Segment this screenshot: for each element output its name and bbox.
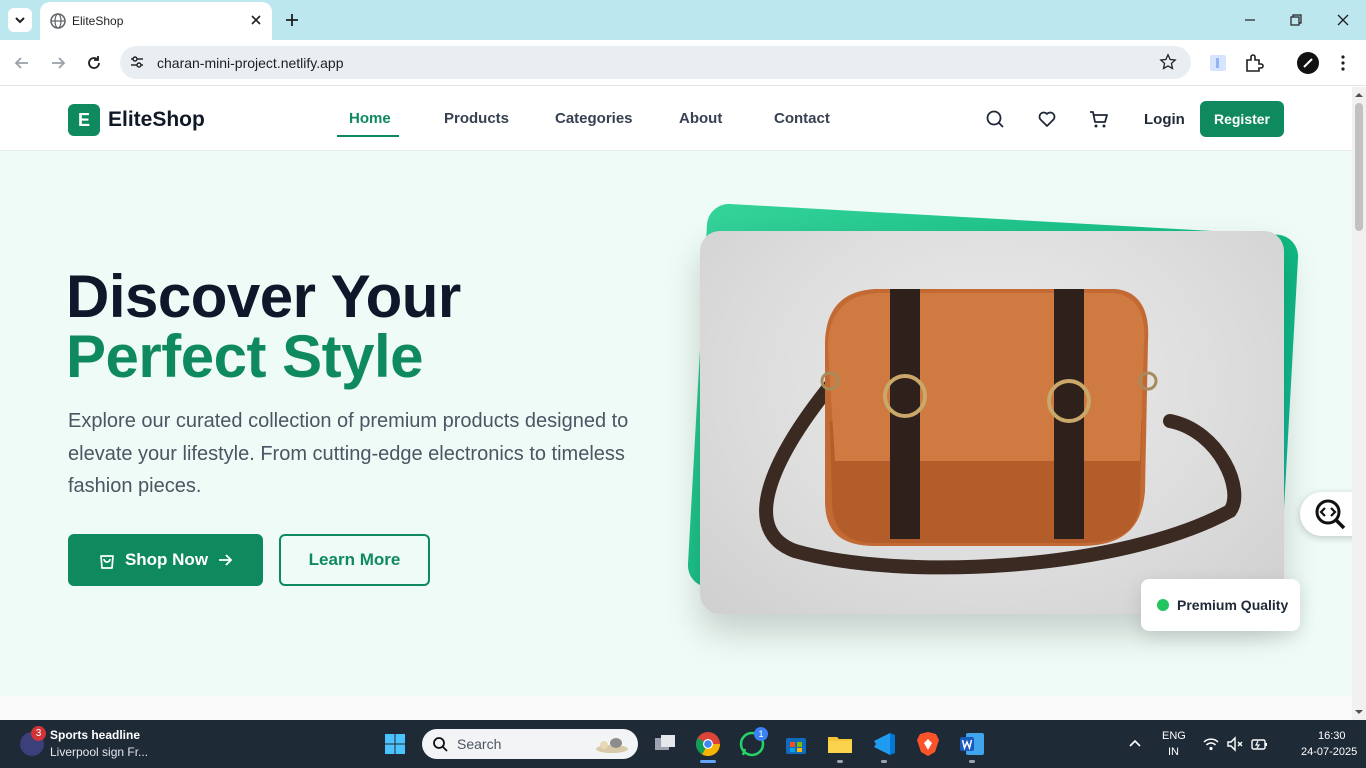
restore-icon[interactable] (1286, 10, 1306, 30)
search-icon[interactable] (984, 108, 1006, 130)
cart-icon[interactable] (1088, 108, 1110, 130)
tab-search-dropdown-button[interactable] (8, 8, 32, 32)
new-tab-icon[interactable] (282, 10, 302, 30)
shop-now-label: Shop Now (124, 550, 209, 569)
close-window-icon[interactable] (1333, 10, 1353, 30)
language-indicator-line2[interactable]: IN (1168, 746, 1179, 758)
code-inspector-fab[interactable] (1300, 492, 1352, 536)
taskbar-search-placeholder: Search (457, 736, 502, 752)
url-text: charan-mini-project.netlify.app (157, 55, 344, 71)
microsoft-store-icon[interactable] (782, 730, 810, 758)
scrollbar-thumb[interactable] (1355, 103, 1363, 231)
extensions-puzzle-icon[interactable] (1243, 52, 1265, 74)
chevron-up-icon[interactable] (1128, 737, 1142, 751)
chrome-icon[interactable] (694, 730, 722, 758)
nav-contact[interactable]: Contact (774, 110, 830, 127)
word-icon[interactable] (958, 730, 986, 758)
chevron-down-icon (15, 17, 25, 24)
heart-icon[interactable] (1036, 108, 1058, 130)
login-link[interactable]: Login (1144, 111, 1185, 128)
search-highlight-icon (596, 738, 628, 753)
badge-label: Premium Quality (1177, 597, 1289, 613)
premium-quality-badge: Premium Quality (1141, 579, 1300, 631)
nav-products[interactable]: Products (444, 110, 509, 127)
address-bar[interactable]: charan-mini-project.netlify.app (120, 46, 1191, 79)
site-header: E EliteShop Home Products Categories Abo… (0, 87, 1352, 151)
language-indicator-line1[interactable]: ENG (1162, 730, 1186, 742)
hero-product-image (700, 231, 1284, 614)
browser-tab-strip: EliteShop (0, 0, 1366, 40)
site-info-icon[interactable] (129, 54, 145, 70)
nav-categories[interactable]: Categories (555, 110, 633, 127)
next-section (0, 696, 1352, 720)
tab-title: EliteShop (72, 14, 124, 28)
vscode-running-indicator (881, 760, 887, 763)
brave-icon[interactable] (914, 730, 942, 758)
hero-title-line-2: Perfect Style (66, 323, 424, 390)
arrow-right-icon (219, 554, 233, 566)
windows-start-icon[interactable] (384, 733, 406, 755)
hero-title-line-1: Discover Your (66, 263, 461, 330)
news-subtitle[interactable]: Liverpool sign Fr... (50, 745, 148, 759)
forward-arrow-icon[interactable] (48, 53, 68, 73)
scroll-up-icon[interactable] (1355, 91, 1363, 99)
windows-taskbar: 3 Sports headline Liverpool sign Fr... S… (0, 720, 1366, 768)
word-running-indicator (969, 760, 975, 763)
globe-icon (50, 13, 66, 29)
status-dot-icon (1157, 599, 1169, 611)
more-menu-icon[interactable] (1332, 52, 1354, 74)
news-headline[interactable]: Sports headline (50, 728, 140, 742)
nav-about[interactable]: About (679, 110, 722, 127)
reload-icon[interactable] (84, 53, 104, 73)
volume-muted-icon[interactable] (1226, 735, 1244, 753)
nav-home[interactable]: Home (349, 110, 391, 127)
back-arrow-icon[interactable] (12, 53, 32, 73)
explorer-running-indicator (837, 760, 843, 763)
news-badge: 3 (31, 726, 46, 741)
file-explorer-icon[interactable] (826, 730, 854, 758)
page-viewport: E EliteShop Home Products Categories Abo… (0, 87, 1352, 720)
bookmark-star-icon[interactable] (1159, 53, 1177, 71)
shopping-bag-icon (100, 555, 114, 569)
page-scrollbar[interactable] (1352, 87, 1366, 720)
profile-avatar[interactable] (1297, 52, 1319, 74)
browser-toolbar: charan-mini-project.netlify.app (0, 40, 1366, 86)
learn-more-button[interactable]: Learn More (279, 534, 430, 586)
extension-icon[interactable] (1207, 52, 1229, 74)
search-icon (433, 737, 448, 752)
hero-description: Explore our curated collection of premiu… (68, 410, 629, 497)
vscode-icon[interactable] (870, 730, 898, 758)
close-tab-icon[interactable] (248, 12, 264, 28)
profile-pen-icon (1303, 58, 1313, 68)
logo-mark[interactable]: E (68, 104, 100, 136)
leather-bag-illustration (759, 289, 1242, 575)
task-view-icon[interactable] (651, 730, 679, 758)
battery-icon[interactable] (1250, 735, 1268, 753)
browser-tab-active[interactable]: EliteShop (40, 2, 272, 40)
logo-text[interactable]: EliteShop (108, 108, 205, 132)
whatsapp-badge: 1 (754, 727, 768, 741)
taskbar-search[interactable]: Search (422, 729, 638, 759)
shop-now-button[interactable]: Shop Now (68, 534, 263, 586)
magnifier-code-icon (1315, 499, 1346, 530)
clock-date[interactable]: 24-07-2025 (1301, 746, 1357, 758)
minimize-icon[interactable] (1240, 10, 1260, 30)
nav-active-indicator (337, 135, 399, 137)
clock-time[interactable]: 16:30 (1318, 730, 1346, 742)
register-button[interactable]: Register (1200, 101, 1284, 137)
scroll-down-icon[interactable] (1355, 708, 1363, 716)
chrome-running-indicator (700, 760, 716, 763)
wifi-icon[interactable] (1202, 735, 1220, 753)
